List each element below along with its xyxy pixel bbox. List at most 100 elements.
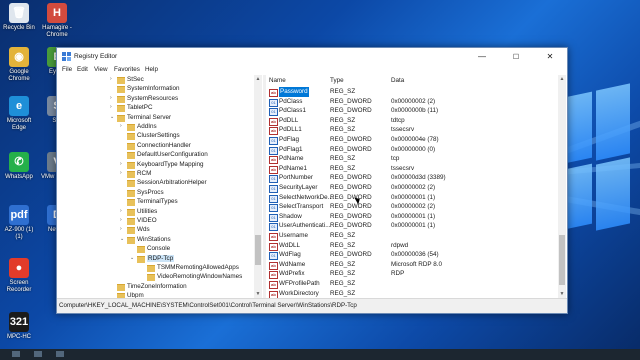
tree-node[interactable]: › Wds bbox=[120, 225, 150, 235]
scroll-down-icon[interactable]: ▼ bbox=[558, 290, 566, 298]
column-header-name[interactable]: Name bbox=[269, 75, 286, 86]
registry-value-row[interactable]: ab Username REG_SZ bbox=[267, 231, 558, 241]
registry-value-row[interactable]: ab WdPrefix REG_SZ RDP bbox=[267, 269, 558, 280]
mpc-hc-icon[interactable]: 321 MPC-HC bbox=[2, 312, 36, 341]
tree-node[interactable]: Console bbox=[130, 244, 171, 254]
close-button[interactable]: ✕ bbox=[533, 48, 567, 65]
whatsapp-icon[interactable]: ✆ WhatsApp bbox=[2, 152, 36, 181]
tree-node-label: Console bbox=[147, 245, 171, 253]
tree-node[interactable]: › AddIns bbox=[120, 122, 157, 131]
registry-value-row[interactable]: ab PdDLL1 REG_SZ tssecsrv bbox=[267, 125, 558, 136]
registry-value-row[interactable]: 01 SecurityLayer REG_DWORD 0x00000002 (2) bbox=[267, 183, 558, 193]
column-header-type[interactable]: Type bbox=[330, 75, 344, 86]
tree-node[interactable]: ConnectionHandler bbox=[120, 141, 191, 150]
tree-node[interactable]: TimeZoneInformation bbox=[110, 282, 187, 291]
registry-value-row[interactable]: 01 UserAuthenticati... REG_DWORD 0x00000001… bbox=[267, 221, 558, 232]
tree-node[interactable]: ⌄ RDP-Tcp bbox=[130, 254, 175, 263]
maximize-button[interactable]: ☐ bbox=[499, 48, 533, 65]
registry-value-row[interactable]: ab PdName1 REG_SZ tssecsrv bbox=[267, 164, 558, 174]
tree-node[interactable]: › Utilities bbox=[120, 207, 157, 216]
menu-edit[interactable]: Edit bbox=[77, 66, 88, 73]
registry-value-row[interactable]: 01 SelectNetworkDe... REG_DWORD 0x00000001 … bbox=[267, 193, 558, 203]
tree-node[interactable]: ⌄ WinStations bbox=[120, 235, 171, 244]
tree-node[interactable]: SessionArbitrationHelper bbox=[120, 178, 207, 188]
registry-value-row[interactable]: ab WorkDirectory REG_SZ bbox=[267, 289, 558, 298]
value-data: 0x00000036 (54) bbox=[391, 251, 439, 259]
pane-splitter[interactable] bbox=[263, 75, 266, 298]
tree-node[interactable]: › VIDEO bbox=[120, 216, 157, 225]
value-data: 0x00000002 (2) bbox=[391, 97, 436, 105]
tree-node[interactable]: › KeyboardType Mapping bbox=[120, 160, 204, 169]
taskbar-item[interactable] bbox=[12, 351, 20, 357]
tree-node[interactable]: DefaultUserConfiguration bbox=[120, 150, 208, 160]
tree-node[interactable]: SystemInformation bbox=[110, 84, 180, 94]
tree-pane[interactable]: › StSec SystemInformation › SystemResources ›… bbox=[58, 75, 262, 298]
tree-node[interactable]: ⌄ Terminal Server bbox=[110, 113, 171, 122]
tree-node[interactable]: › SystemResources bbox=[110, 94, 178, 103]
registry-value-row[interactable]: ab Password REG_SZ bbox=[267, 87, 558, 97]
tree-scrollbar[interactable]: ▲ ▼ bbox=[254, 75, 262, 298]
tree-node-label: RDP-Tcp bbox=[147, 254, 175, 262]
registry-value-row[interactable]: 01 PdFlag1 REG_DWORD 0x00000000 (0) bbox=[267, 145, 558, 155]
google-chrome-icon[interactable]: ◉ Google Chrome bbox=[2, 47, 36, 83]
hamagire-chrome-icon[interactable]: H Hamagire - Chrome bbox=[40, 3, 74, 39]
registry-value-row[interactable]: 01 PortNumber REG_DWORD 0x00000d3d (3389) bbox=[267, 173, 558, 184]
registry-value-row[interactable]: ab PdName REG_SZ tcp bbox=[267, 154, 558, 165]
values-scroll-thumb[interactable] bbox=[559, 235, 565, 285]
tree-node-label: SessionArbitrationHelper bbox=[137, 179, 207, 187]
values-pane[interactable]: Name Type Data ab Password REG_SZ 01 PdClass… bbox=[267, 75, 566, 298]
title-bar[interactable]: Registry Editor — ☐ ✕ bbox=[57, 48, 567, 65]
registry-value-row[interactable]: 01 SelectTransport REG_DWORD 0x00000002 (2) bbox=[267, 202, 558, 213]
expand-chevron-icon[interactable]: › bbox=[120, 122, 127, 131]
scroll-down-icon[interactable]: ▼ bbox=[254, 290, 262, 298]
folder-icon bbox=[117, 86, 125, 94]
recycle-bin-icon[interactable]: 🗑 Recycle Bin bbox=[2, 3, 36, 32]
tree-node[interactable]: ClusterSettings bbox=[120, 131, 180, 141]
registry-editor-window[interactable]: Registry Editor — ☐ ✕ File Edit View Fav… bbox=[56, 47, 568, 314]
values-scrollbar[interactable]: ▲ ▼ bbox=[558, 75, 566, 298]
tree-node[interactable]: VideoRemotingWindowNames bbox=[140, 272, 242, 282]
menu-file[interactable]: File bbox=[62, 66, 72, 73]
menu-view[interactable]: View bbox=[94, 66, 108, 73]
expand-chevron-icon[interactable]: › bbox=[120, 225, 127, 234]
expand-chevron-icon[interactable]: ⌄ bbox=[130, 254, 137, 263]
expand-chevron-icon[interactable]: › bbox=[120, 207, 127, 216]
column-header-data[interactable]: Data bbox=[391, 75, 404, 86]
az-900-pdf-icon[interactable]: pdf AZ-900 (1) (1) bbox=[2, 205, 36, 241]
menu-favorites[interactable]: Favorites bbox=[114, 66, 140, 73]
tree-node[interactable]: TSMMRemotingAllowedApps bbox=[140, 263, 239, 272]
tree-node[interactable]: › RCM bbox=[120, 169, 151, 178]
registry-value-row[interactable]: 01 PdClass REG_DWORD 0x00000002 (2) bbox=[267, 97, 558, 107]
registry-value-row[interactable]: 01 PdFlag REG_DWORD 0x0000004e (78) bbox=[267, 135, 558, 145]
scroll-up-icon[interactable]: ▲ bbox=[254, 75, 262, 83]
tree-node[interactable]: › StSec bbox=[110, 75, 144, 84]
tree-node[interactable]: TerminalTypes bbox=[120, 197, 178, 207]
registry-value-row[interactable]: 01 Shadow REG_DWORD 0x00000001 (1) bbox=[267, 212, 558, 222]
expand-chevron-icon[interactable]: › bbox=[120, 169, 127, 178]
az-900-pdf-glyph-icon: pdf bbox=[9, 205, 29, 225]
microsoft-edge-icon[interactable]: e Microsoft Edge bbox=[2, 96, 36, 132]
registry-value-row[interactable]: 01 WdFlag REG_DWORD 0x00000036 (54) bbox=[267, 250, 558, 261]
expand-chevron-icon[interactable]: ⌄ bbox=[120, 235, 127, 244]
menu-help[interactable]: Help bbox=[145, 66, 158, 73]
registry-value-row[interactable]: 01 PdClass1 REG_DWORD 0x0000000b (11) bbox=[267, 106, 558, 117]
scroll-up-icon[interactable]: ▲ bbox=[558, 75, 566, 83]
tree-scroll-thumb[interactable] bbox=[255, 235, 261, 265]
tree-node[interactable]: › TabletPC bbox=[110, 103, 153, 113]
tree-node[interactable]: Ubpm bbox=[110, 291, 144, 298]
registry-value-row[interactable]: ab PdDLL REG_SZ tdtcp bbox=[267, 116, 558, 126]
minimize-button[interactable]: — bbox=[465, 48, 499, 65]
taskbar-item[interactable] bbox=[33, 351, 42, 357]
expand-chevron-icon[interactable]: › bbox=[120, 216, 127, 225]
taskbar-item[interactable] bbox=[55, 351, 64, 357]
expand-chevron-icon[interactable]: › bbox=[110, 103, 117, 112]
registry-value-row[interactable]: ab WdDLL REG_SZ rdpwd bbox=[267, 241, 558, 251]
expand-chevron-icon[interactable]: › bbox=[120, 160, 127, 169]
expand-chevron-icon[interactable]: ⌄ bbox=[110, 113, 117, 122]
registry-value-row[interactable]: ab WdName REG_SZ Microsoft RDP 8.0 bbox=[267, 260, 558, 270]
registry-value-row[interactable]: ab WFProfilePath REG_SZ bbox=[267, 279, 558, 289]
screen-recorder-icon[interactable]: ● Screen Recorder bbox=[2, 258, 36, 294]
expand-chevron-icon[interactable]: › bbox=[110, 75, 117, 84]
expand-chevron-icon[interactable]: › bbox=[110, 94, 117, 103]
tree-node[interactable]: SysProcs bbox=[120, 188, 164, 197]
